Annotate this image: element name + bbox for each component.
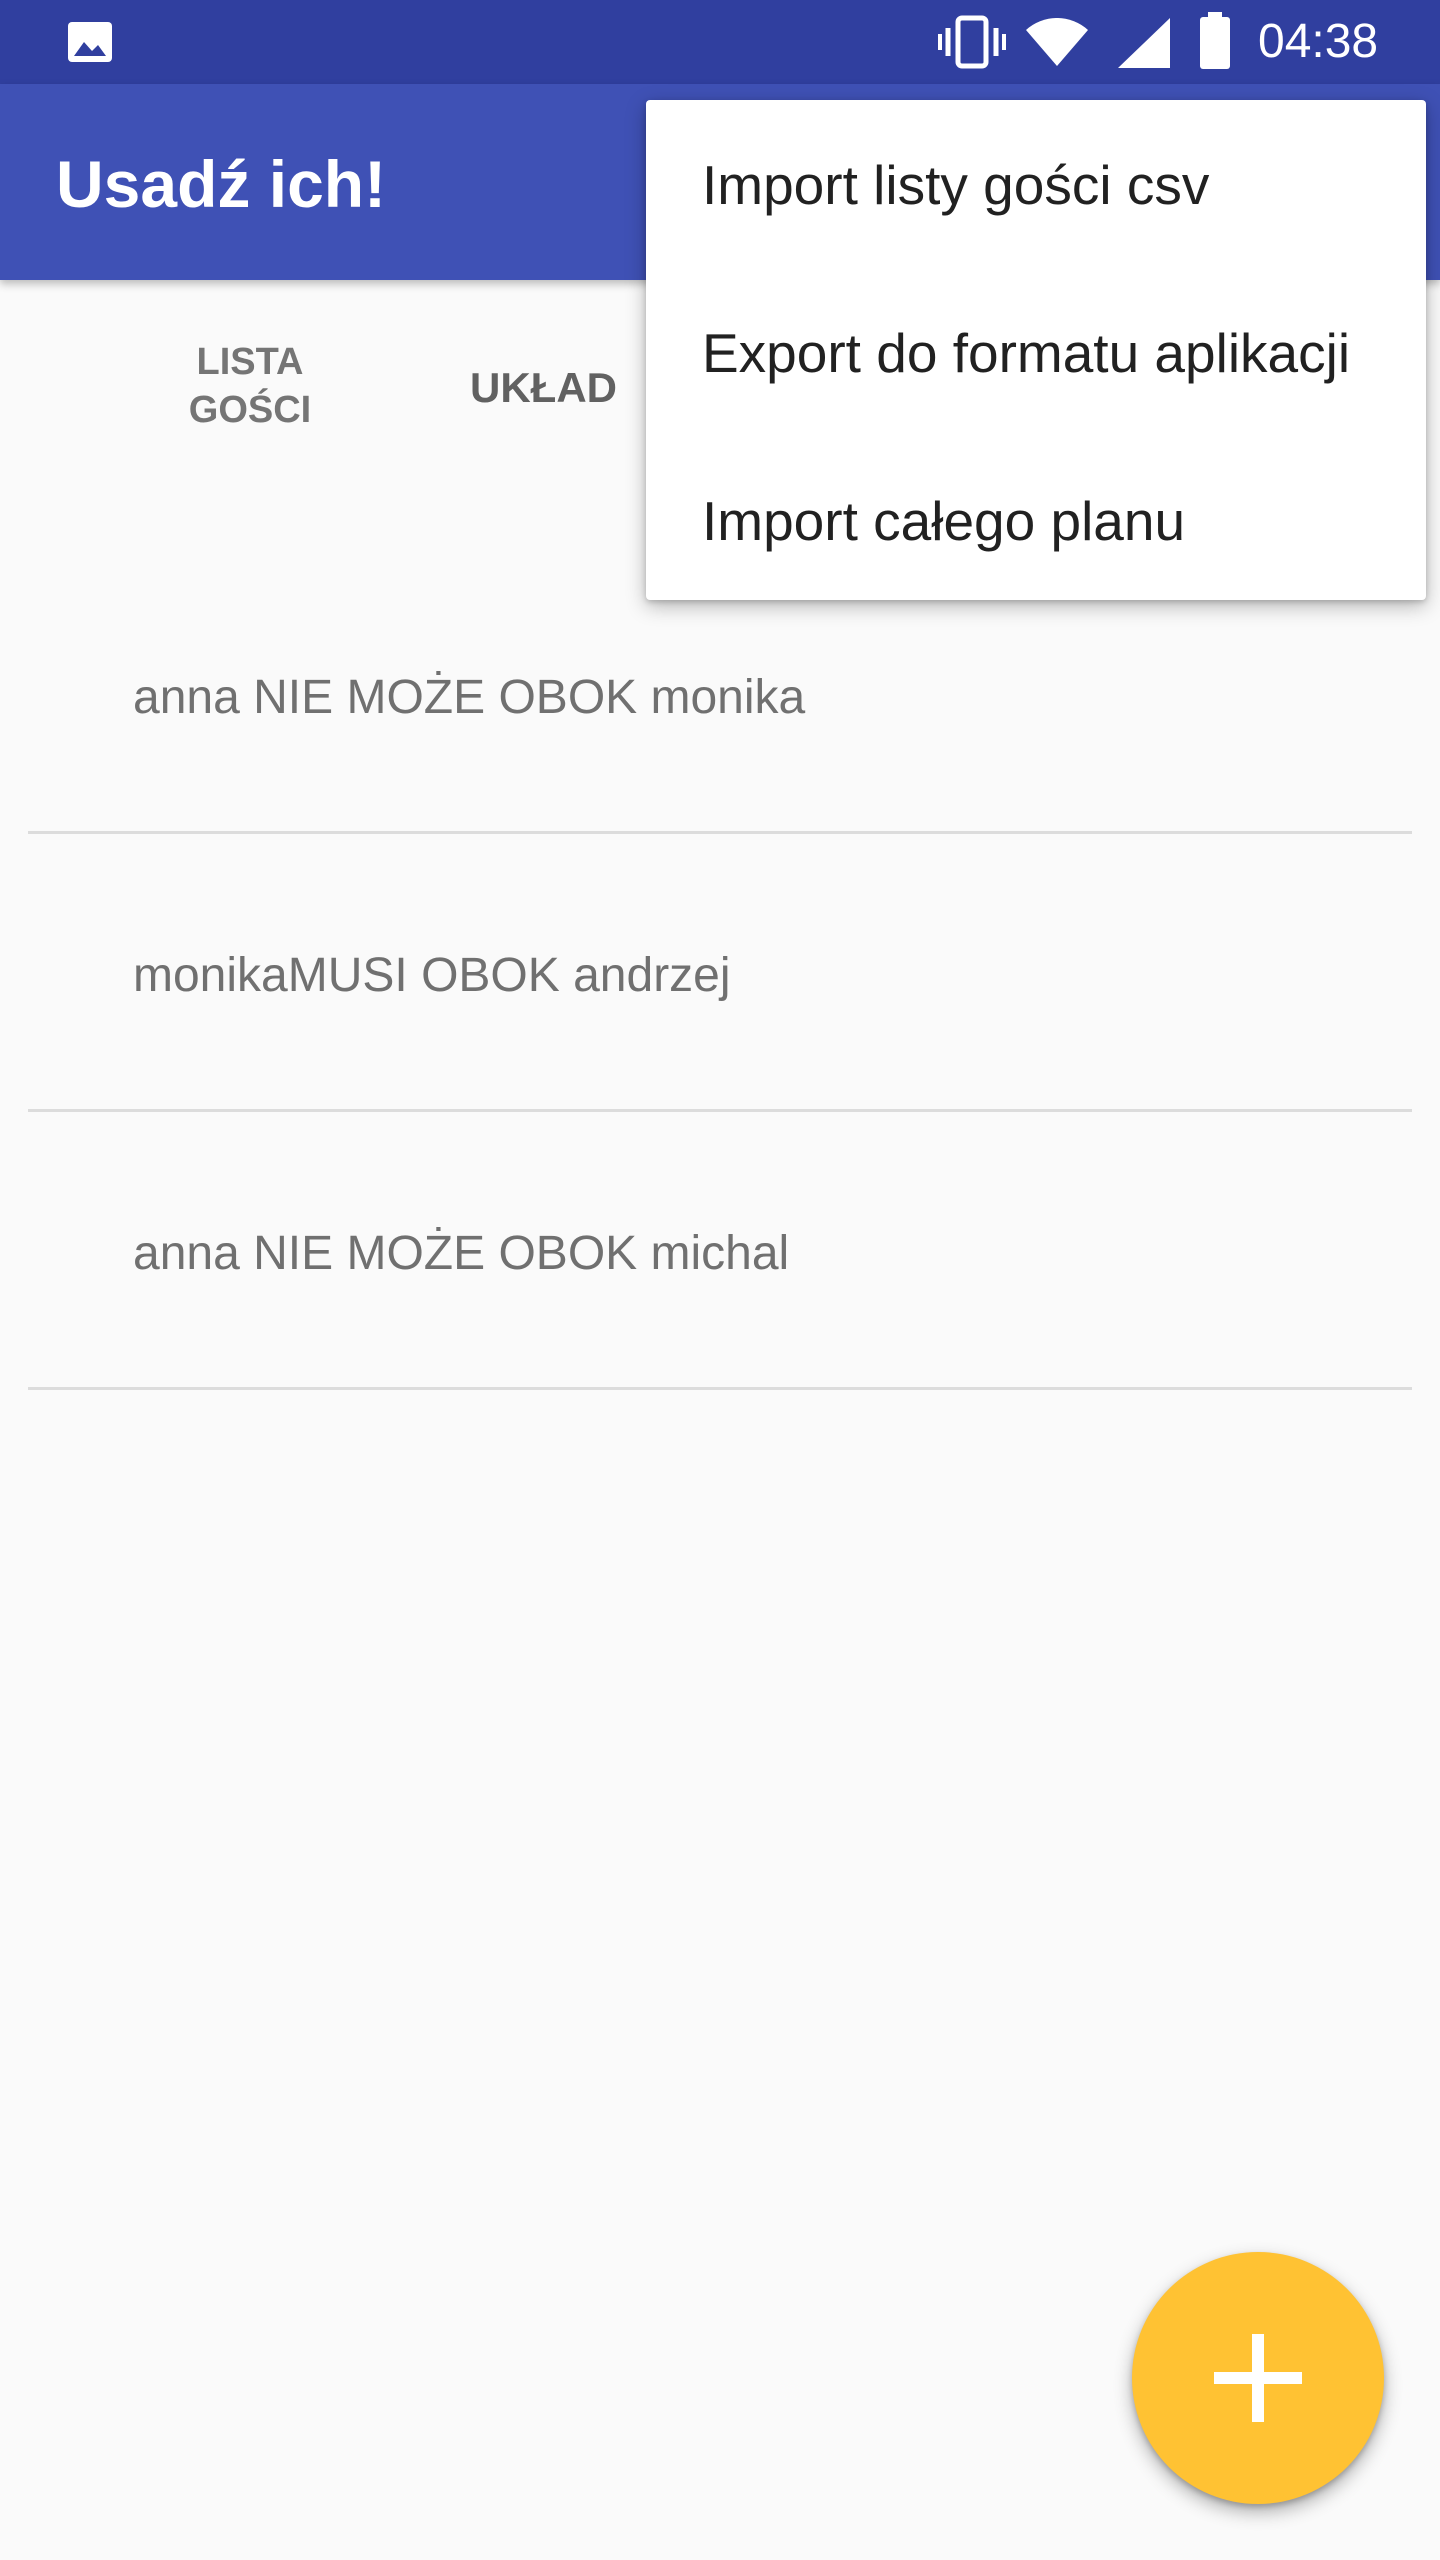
rule-text: anna NIE MOŻE OBOK monika — [133, 671, 806, 724]
tab-guest-list[interactable]: LISTA GOŚCI — [150, 338, 350, 434]
menu-item-export-app-format[interactable]: Export do formatu aplikacji — [702, 320, 1350, 386]
wifi-icon — [1026, 18, 1088, 66]
status-time: 04:38 — [1258, 15, 1379, 68]
app-title: Usadź ich! — [56, 147, 387, 221]
tab-guest-list-label-line1: LISTA — [196, 341, 304, 383]
tab-layout[interactable]: UKŁAD — [470, 360, 670, 416]
list-item[interactable]: anna NIE MOŻE OBOK michal — [28, 1112, 1412, 1390]
list-item[interactable]: monikaMUSI OBOK andrzej — [28, 834, 1412, 1112]
plus-icon — [1214, 2334, 1302, 2422]
vibrate-icon — [938, 15, 1006, 69]
rule-text: anna NIE MOŻE OBOK michal — [133, 1227, 790, 1280]
menu-item-import-whole-plan[interactable]: Import całego planu — [702, 488, 1185, 554]
add-button[interactable] — [1132, 2252, 1384, 2504]
rules-list: anna NIE MOŻE OBOK monika monikaMUSI OBO… — [28, 556, 1412, 1390]
battery-icon — [1200, 12, 1230, 69]
rule-text: monikaMUSI OBOK andrzej — [133, 949, 731, 1002]
tab-guest-list-label-line2: GOŚCI — [188, 389, 312, 431]
gallery-icon — [68, 22, 112, 62]
signal-icon — [1118, 18, 1170, 68]
menu-item-import-guest-csv[interactable]: Import listy gości csv — [702, 152, 1209, 218]
overflow-menu: Import listy gości csv Export do formatu… — [646, 100, 1426, 600]
tab-layout-label: UKŁAD — [470, 364, 617, 411]
status-bar: 04:38 — [0, 0, 1440, 84]
